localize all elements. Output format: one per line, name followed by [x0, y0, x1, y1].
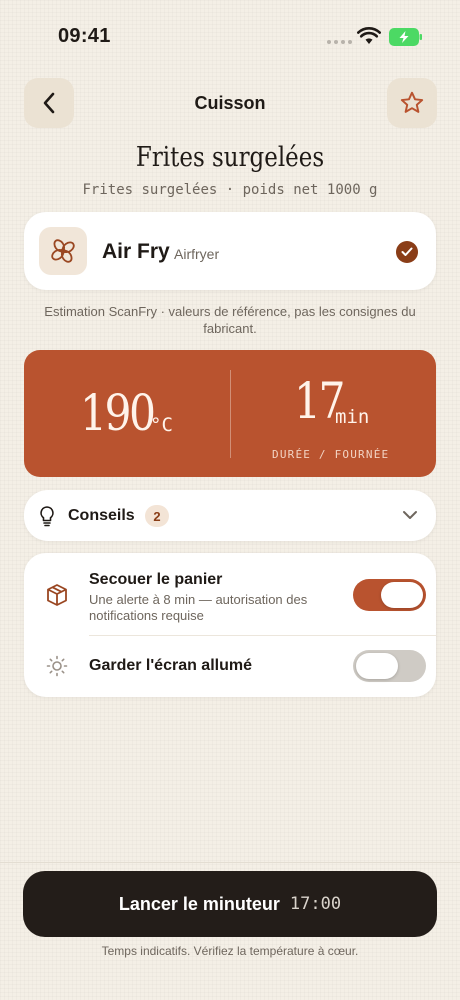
start-timer-button[interactable]: Lancer le minuteur 17:00	[23, 871, 437, 937]
chevron-down-icon	[403, 511, 417, 519]
toggle-knob	[356, 653, 398, 679]
params-divider	[230, 370, 231, 458]
cooking-mode-card[interactable]: Air Fry Airfryer	[24, 212, 436, 290]
temperature-value: 190	[80, 384, 156, 442]
temperature-unit: °C	[150, 414, 173, 436]
fan-icon	[51, 239, 75, 263]
mode-sublabel: Airfryer	[174, 246, 220, 262]
options-card: Secouer le panier Une alerte à 8 min — a…	[24, 553, 436, 697]
tips-expander[interactable]: Conseils 2	[24, 490, 436, 541]
toggle-knob	[381, 582, 423, 608]
check-icon	[396, 241, 418, 263]
estimate-disclaimer: Estimation ScanFry · valeurs de référenc…	[44, 304, 416, 336]
favorite-button[interactable]	[387, 78, 437, 128]
tips-count-badge: 2	[145, 505, 169, 527]
lightbulb-icon	[40, 506, 54, 527]
product-title: Frites surgelées	[135, 142, 325, 173]
cellular-signal-icon	[327, 40, 352, 44]
mode-icon-tile	[39, 227, 87, 275]
options-divider	[89, 635, 436, 636]
start-timer-time: 17:00	[289, 894, 342, 914]
mode-name: Air Fry	[102, 240, 170, 263]
cooking-parameters-card: 190 °C 17 min DURÉE / FOURNÉE	[24, 350, 436, 477]
shake-basket-description: Une alerte à 8 min — autorisation des no…	[89, 592, 308, 623]
header: Cuisson	[0, 78, 460, 128]
product-subtitle: Frites surgelées · poids net 1000 g	[82, 182, 378, 198]
shake-basket-title: Secouer le panier	[89, 571, 223, 588]
footer-disclaimer: Temps indicatifs. Vérifiez la températur…	[101, 944, 359, 958]
footer-divider	[0, 862, 460, 863]
shake-basket-toggle[interactable]	[353, 579, 426, 611]
duration-label: DURÉE / FOURNÉE	[272, 448, 390, 461]
duration-unit: min	[335, 406, 370, 428]
box-icon	[47, 584, 67, 606]
sun-icon	[46, 655, 68, 677]
keep-screen-on-toggle[interactable]	[353, 650, 426, 682]
wifi-icon	[357, 27, 381, 44]
tips-label: Conseils	[68, 507, 135, 524]
star-icon	[400, 91, 424, 113]
status-bar: 09:41	[0, 0, 460, 60]
keep-screen-on-title: Garder l'écran allumé	[89, 657, 252, 674]
start-timer-label: Lancer le minuteur	[118, 893, 280, 914]
status-time: 09:41	[58, 25, 111, 47]
battery-icon	[389, 28, 422, 46]
